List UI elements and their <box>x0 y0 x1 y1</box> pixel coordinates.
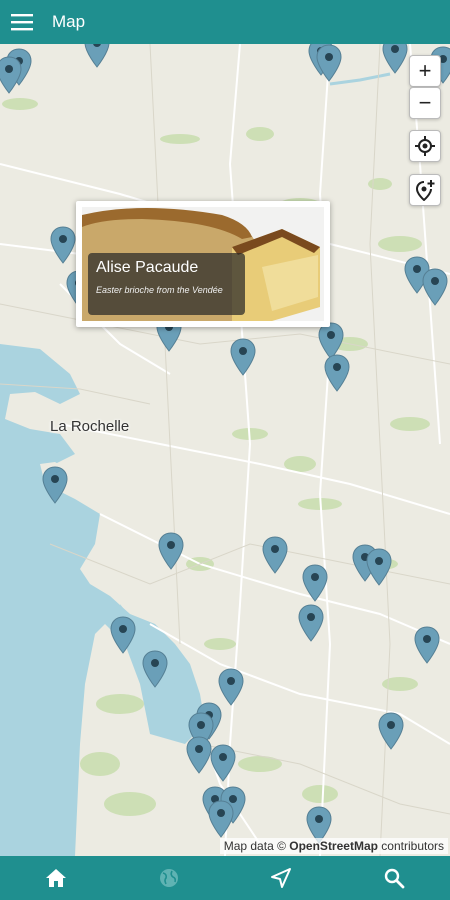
navigation-icon <box>271 868 292 888</box>
globe-icon <box>159 869 178 887</box>
map-pin[interactable] <box>186 736 212 774</box>
map-attribution: Map data © OpenStreetMap contributors <box>219 838 448 854</box>
home-icon <box>46 869 67 887</box>
map-pin[interactable] <box>84 44 110 68</box>
locate-icon <box>415 136 435 156</box>
map-pin[interactable] <box>378 712 404 750</box>
app-bar: Map <box>0 0 450 44</box>
city-label: La Rochelle <box>50 418 130 435</box>
place-popup[interactable]: Alise Pacaude Easter brioche from the Ve… <box>76 201 330 327</box>
attribution-prefix: Map data © <box>223 839 286 853</box>
map-pin[interactable] <box>298 604 324 642</box>
map-pin[interactable] <box>302 564 328 602</box>
map-pin[interactable] <box>110 616 136 654</box>
map-pin[interactable] <box>208 800 234 838</box>
map-pin[interactable] <box>382 44 408 74</box>
map-pin[interactable] <box>50 226 76 264</box>
locate-button[interactable] <box>409 130 441 162</box>
map-pin[interactable] <box>422 268 448 306</box>
search-icon <box>384 868 405 889</box>
nav-directions[interactable] <box>225 856 338 900</box>
map-pin[interactable] <box>230 338 256 376</box>
map-pin[interactable] <box>414 626 440 664</box>
attribution-suffix: contributors <box>381 839 444 853</box>
popup-title[interactable]: Alise Pacaude <box>96 259 237 277</box>
nav-map[interactable] <box>113 856 226 900</box>
map-pin[interactable] <box>158 532 184 570</box>
map-pin[interactable] <box>324 354 350 392</box>
popup-subtitle: Easter brioche from the Vendée <box>96 285 223 295</box>
map-pin[interactable] <box>316 44 342 82</box>
brioche-photo: Alise Pacaude Easter brioche from the Ve… <box>82 207 324 321</box>
map-view[interactable]: La Rochelle + − Alise Pacaude Easter bri… <box>0 44 450 856</box>
map-pin[interactable] <box>142 650 168 688</box>
page-title: Map <box>52 12 86 31</box>
map-pin[interactable] <box>218 668 244 706</box>
add-location-button[interactable] <box>409 174 441 206</box>
menu-button[interactable] <box>0 0 44 44</box>
nav-home[interactable] <box>0 856 113 900</box>
menu-icon <box>11 14 33 31</box>
zoom-out-button[interactable]: − <box>409 87 441 119</box>
map-pin[interactable] <box>262 536 288 574</box>
plus-icon: + <box>418 58 432 83</box>
popup-caption: Alise Pacaude Easter brioche from the Ve… <box>88 253 245 315</box>
zoom-in-button[interactable]: + <box>409 55 441 87</box>
add-location-icon <box>415 180 435 201</box>
minus-icon: − <box>418 90 432 115</box>
map-pin[interactable] <box>42 466 68 504</box>
map-pin[interactable] <box>366 548 392 586</box>
nav-search[interactable] <box>338 856 450 900</box>
attribution-link[interactable]: OpenStreetMap <box>289 839 378 853</box>
bottom-navigation <box>0 856 450 900</box>
map-pin[interactable] <box>210 744 236 782</box>
map-pin[interactable] <box>0 56 22 94</box>
